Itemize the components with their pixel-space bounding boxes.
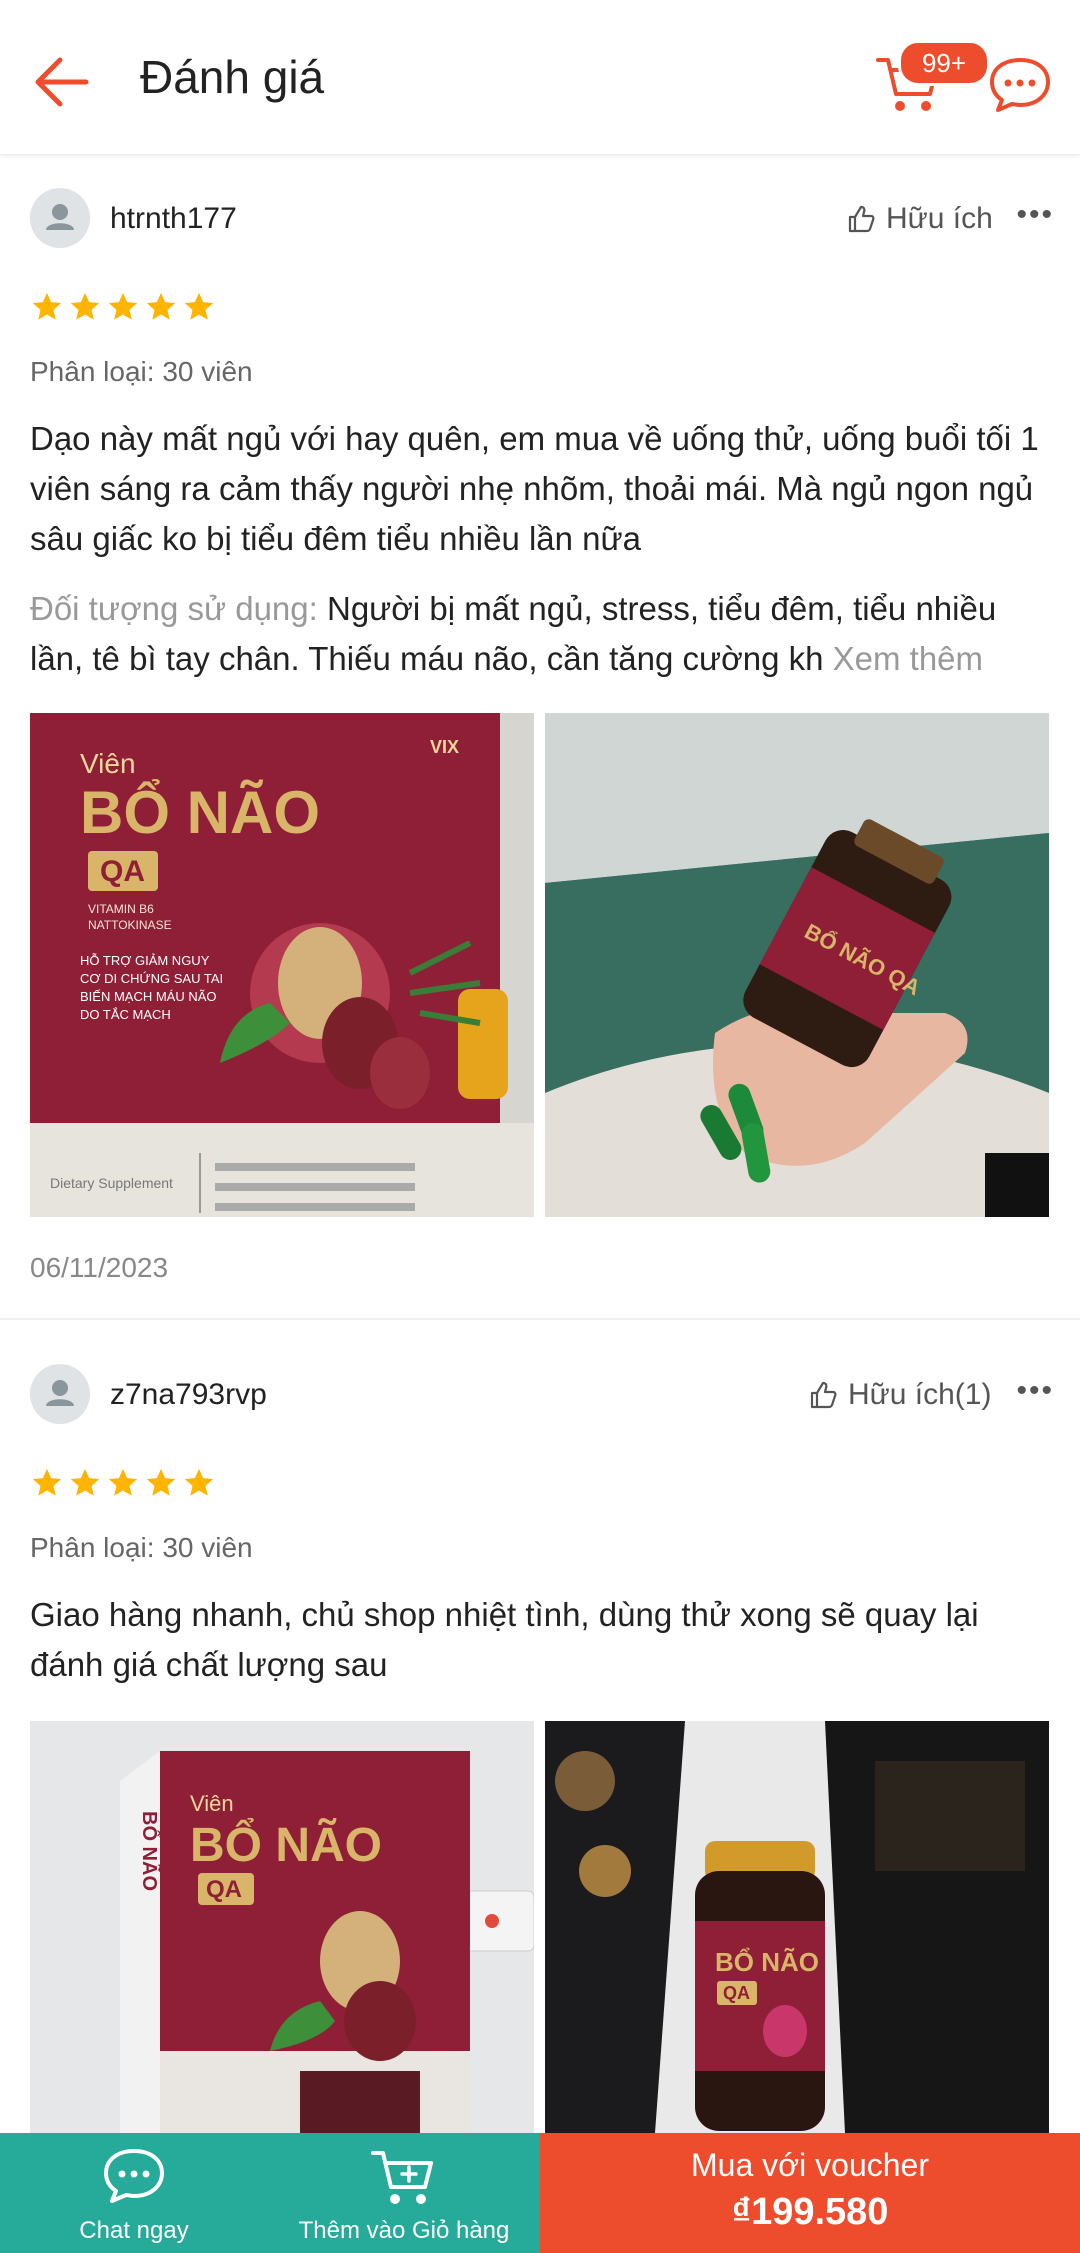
svg-text:BỔ NÃO: BỔ NÃO xyxy=(138,1811,162,1891)
usage-label: Đối tượng sử dụng: xyxy=(30,590,318,627)
box-text: QA xyxy=(100,855,145,888)
review-text: Dạo này mất ngủ với hay quên, em mua về … xyxy=(30,420,1039,557)
review-photo[interactable]: BỔ NÃO Viên BỔ NÃO QA xyxy=(30,1721,534,2133)
box-text: BỔ NÃO xyxy=(80,779,320,846)
box-text: HỖ TRỢ GIẢM NGUY xyxy=(80,953,210,968)
chat-now-button[interactable]: Chat ngay xyxy=(0,2133,268,2253)
review-divider xyxy=(0,1318,1080,1320)
rating-stars xyxy=(30,1466,216,1500)
chat-icon[interactable] xyxy=(988,56,1052,112)
review-username[interactable]: z7na793rvp xyxy=(110,1378,267,1412)
helpful-button[interactable]: Hữu ích(1) xyxy=(808,1378,991,1412)
helpful-label: Hữu ích xyxy=(886,202,993,235)
helpful-label: Hữu ích(1) xyxy=(848,1378,992,1411)
box-text: VIX xyxy=(430,737,459,757)
review-username[interactable]: htrnth177 xyxy=(110,202,237,236)
box-text: BIẾN MẠCH MÁU NÃO xyxy=(80,989,217,1004)
buy-with-voucher-button[interactable]: Mua với voucher ₫199.580 xyxy=(540,2133,1080,2253)
bottle-text: QA xyxy=(723,1983,750,2003)
thumbs-up-icon xyxy=(810,1381,837,1409)
star-icon xyxy=(32,1468,62,1496)
review-photo[interactable]: BỔ NÃO QA xyxy=(545,1721,1049,2133)
cart-count-badge: 99+ xyxy=(898,40,990,86)
box-text: CƠ DI CHỨNG SAU TAI xyxy=(80,971,223,986)
variant-label: Phân loại: 30 viên xyxy=(30,1532,253,1563)
back-arrow-icon[interactable] xyxy=(30,52,96,112)
review-photo[interactable]: Viên BỔ NÃO QA VITAMIN B6 NATTOKINASE HỖ… xyxy=(30,713,534,1217)
rating-stars xyxy=(30,290,216,324)
star-icon xyxy=(184,292,214,320)
chat-icon xyxy=(102,2147,166,2208)
review-photo[interactable]: BỔ NÃO QA xyxy=(545,713,1049,1217)
add-to-cart-button[interactable]: Thêm vào Giỏ hàng xyxy=(268,2133,540,2253)
helpful-button[interactable]: Hữu ích xyxy=(846,202,993,236)
add-to-cart-icon xyxy=(371,2147,437,2212)
box-text: Dietary Supplement xyxy=(50,1175,173,1191)
variant-label: Phân loại: 30 viên xyxy=(30,356,253,387)
review-card: htrnth177 Hữu ích ••• Phân loại: 30 viên… xyxy=(0,154,1080,1324)
review-text: Giao hàng nhanh, chủ shop nhiệt tình, dù… xyxy=(30,1596,979,1683)
star-icon xyxy=(184,1468,214,1496)
usage-info: Đối tượng sử dụng: Người bị mất ngủ, str… xyxy=(30,584,1050,684)
box-text: DO TẮC MẠCH xyxy=(80,1007,171,1022)
star-icon xyxy=(108,1468,138,1496)
box-text: VITAMIN B6 xyxy=(88,902,154,916)
box-text: Viên xyxy=(80,748,136,779)
buy-label: Mua với voucher xyxy=(691,2147,929,2183)
box-text: NATTOKINASE xyxy=(88,918,172,932)
star-icon xyxy=(146,292,176,320)
star-icon xyxy=(146,1468,176,1496)
box-text: BỔ NÃO xyxy=(190,1817,382,1872)
star-icon xyxy=(108,292,138,320)
avatar[interactable] xyxy=(30,1364,90,1424)
avatar[interactable] xyxy=(30,188,90,248)
thumbs-up-icon xyxy=(848,205,875,233)
add-to-cart-label: Thêm vào Giỏ hàng xyxy=(298,2217,510,2244)
bottom-action-bar: Chat ngay Thêm vào Giỏ hàng Mua với vouc… xyxy=(0,2133,1080,2253)
review-date: 06/11/2023 xyxy=(30,1252,169,1283)
chat-now-label: Chat ngay xyxy=(79,2217,189,2244)
top-app-bar: Đánh giá 99+ xyxy=(0,0,1080,155)
buy-price: ₫199.580 xyxy=(731,2191,889,2233)
box-text: Viên xyxy=(190,1791,234,1816)
bottle-text: BỔ NÃO xyxy=(715,1947,819,1977)
star-icon xyxy=(70,1468,100,1496)
star-icon xyxy=(32,292,62,320)
star-icon xyxy=(70,292,100,320)
page-title: Đánh giá xyxy=(140,51,325,103)
more-options-icon[interactable]: ••• xyxy=(1016,1374,1054,1408)
see-more-link[interactable]: Xem thêm xyxy=(833,640,983,677)
more-options-icon[interactable]: ••• xyxy=(1016,198,1054,232)
review-card: z7na793rvp Hữu ích(1) ••• Phân loại: 30 … xyxy=(0,1330,1080,2140)
box-text: QA xyxy=(206,1876,242,1903)
